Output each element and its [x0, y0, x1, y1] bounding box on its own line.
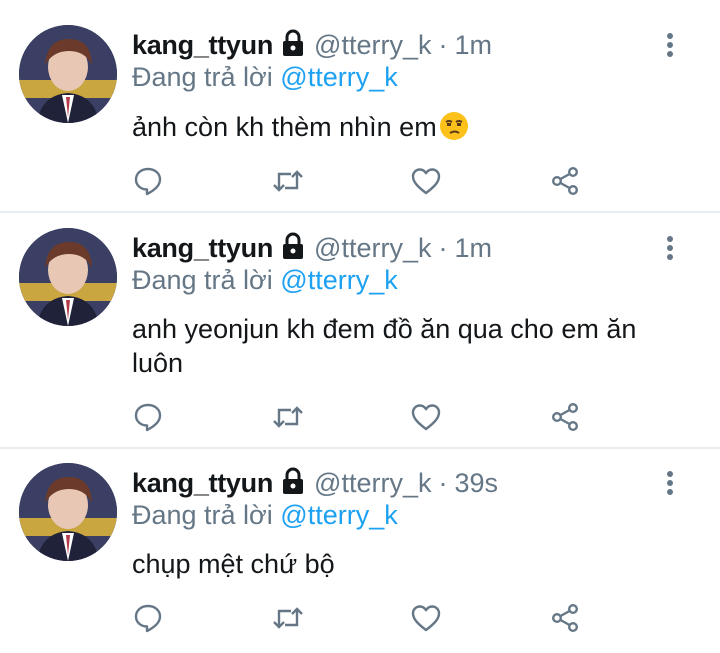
- share-icon[interactable]: [545, 397, 585, 437]
- avatar-image: [19, 228, 117, 326]
- like-icon[interactable]: [406, 161, 446, 201]
- tweet-text-content: anh yeonjun kh đem đồ ăn qua cho em ăn l…: [132, 314, 637, 378]
- like-icon[interactable]: [406, 397, 446, 437]
- retweet-icon[interactable]: [268, 598, 308, 638]
- reply-prefix: Đang trả lời: [132, 62, 273, 92]
- reply-mention[interactable]: @tterry_k: [280, 62, 397, 92]
- user-handle[interactable]: @tterry_k: [314, 468, 431, 499]
- tweet-text-content: chụp mệt chứ bộ: [132, 549, 335, 579]
- display-name[interactable]: kang_ttyun: [132, 468, 273, 499]
- separator-dot: ·: [438, 29, 448, 60]
- tweet-actions: [0, 397, 720, 437]
- avatar[interactable]: [19, 25, 117, 123]
- reply-icon[interactable]: [128, 161, 168, 201]
- lock-icon: [281, 232, 305, 265]
- reply-mention[interactable]: @tterry_k: [280, 265, 397, 295]
- tweet-actions: [0, 598, 720, 638]
- tweet[interactable]: kang_ttyun @tterry_k · 1m Đang trả lời @…: [0, 0, 720, 213]
- avatar-image: [19, 25, 117, 123]
- tweet[interactable]: kang_ttyun @tterry_k · 1m Đang trả lời @…: [0, 213, 720, 449]
- reply-icon[interactable]: [128, 397, 168, 437]
- unamused-face-emoji-icon: [439, 111, 469, 149]
- more-vertical-icon[interactable]: [660, 469, 680, 497]
- tweet-header: kang_ttyun @tterry_k · 1m: [132, 230, 492, 266]
- reply-context: Đang trả lời @tterry_k: [132, 265, 398, 296]
- avatar[interactable]: [19, 228, 117, 326]
- retweet-icon[interactable]: [268, 397, 308, 437]
- reply-prefix: Đang trả lời: [132, 265, 273, 295]
- reply-prefix: Đang trả lời: [132, 500, 273, 530]
- timestamp[interactable]: 1m: [454, 30, 492, 61]
- avatar-image: [19, 463, 117, 561]
- tweet[interactable]: kang_ttyun @tterry_k · 39s Đang trả lời …: [0, 449, 720, 653]
- timestamp[interactable]: 1m: [454, 233, 492, 264]
- tweet-header: kang_ttyun @tterry_k · 1m: [132, 27, 492, 63]
- tweet-text: chụp mệt chứ bộ: [132, 547, 692, 581]
- display-name[interactable]: kang_ttyun: [132, 233, 273, 264]
- lock-icon: [281, 29, 305, 62]
- user-handle[interactable]: @tterry_k: [314, 30, 431, 61]
- like-icon[interactable]: [406, 598, 446, 638]
- tweet-header: kang_ttyun @tterry_k · 39s: [132, 465, 498, 501]
- user-handle[interactable]: @tterry_k: [314, 233, 431, 264]
- tweet-text: anh yeonjun kh đem đồ ăn qua cho em ăn l…: [132, 312, 692, 380]
- tweet-text-content: ảnh còn kh thèm nhìn em: [132, 112, 437, 142]
- reply-context: Đang trả lời @tterry_k: [132, 500, 398, 531]
- separator-dot: ·: [438, 467, 448, 498]
- reply-context: Đang trả lời @tterry_k: [132, 62, 398, 93]
- tweet-text: ảnh còn kh thèm nhìn em: [132, 110, 692, 149]
- lock-icon: [281, 467, 305, 500]
- more-vertical-icon[interactable]: [660, 31, 680, 59]
- timestamp[interactable]: 39s: [454, 468, 498, 499]
- reply-mention[interactable]: @tterry_k: [280, 500, 397, 530]
- share-icon[interactable]: [545, 161, 585, 201]
- more-vertical-icon[interactable]: [660, 234, 680, 262]
- display-name[interactable]: kang_ttyun: [132, 30, 273, 61]
- avatar[interactable]: [19, 463, 117, 561]
- retweet-icon[interactable]: [268, 161, 308, 201]
- share-icon[interactable]: [545, 598, 585, 638]
- reply-icon[interactable]: [128, 598, 168, 638]
- tweet-actions: [0, 161, 720, 201]
- separator-dot: ·: [438, 232, 448, 263]
